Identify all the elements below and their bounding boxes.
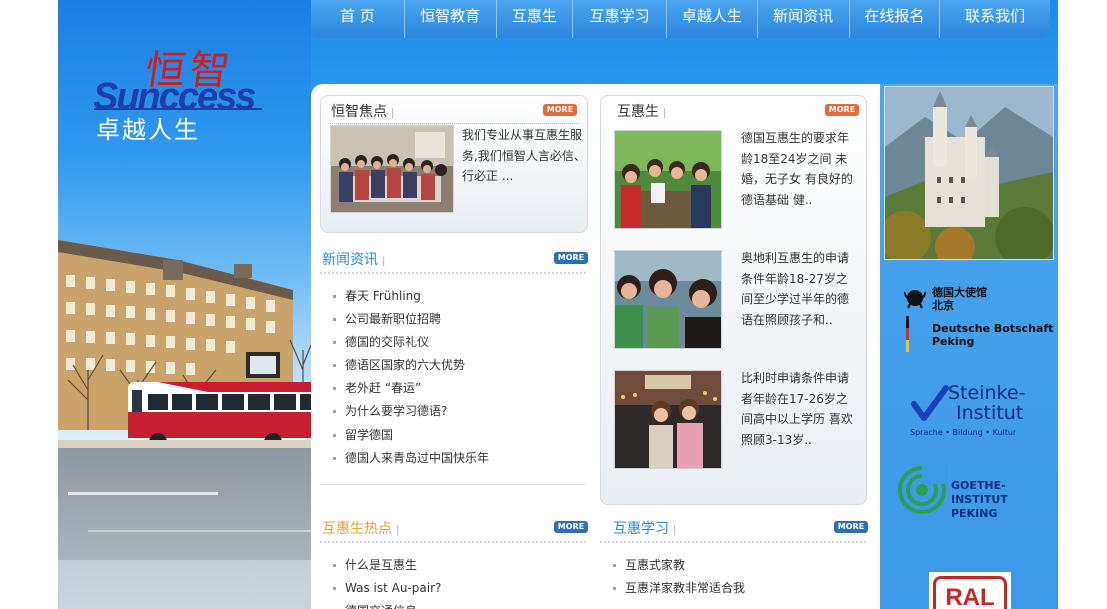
- hot-more-button[interactable]: MORE: [554, 521, 588, 533]
- embassy-logo[interactable]: 德国大使馆 北京 Deutsche Botschaft Peking: [904, 286, 1054, 358]
- au-pair-item-1-text[interactable]: 德国互惠生的要求年龄18至24岁之间 未婚，无子女 有良好的德语基础 健..: [741, 128, 859, 210]
- hot-divider: [320, 541, 586, 543]
- page: 恒智 Sunccess 卓越人生 首 页 恒智教育 互惠生 互惠学习 卓越人生 …: [58, 0, 1058, 609]
- news-list: 春天 Frühling 公司最新职位招聘 德国的交际礼仪 德语区国家的六大优势 …: [331, 285, 581, 470]
- study-list: 互惠式家教 互惠洋家教非常适合我: [611, 554, 861, 600]
- au-pair-photo-1[interactable]: [614, 130, 722, 229]
- list-item[interactable]: 春天 Frühling: [331, 285, 581, 308]
- list-item[interactable]: 互惠洋家教非常适合我: [611, 577, 861, 600]
- steinke-name: Steinke-: [948, 382, 1026, 404]
- list-item[interactable]: 公司最新职位招聘: [331, 308, 581, 331]
- study-title[interactable]: 互惠学习 |: [613, 518, 676, 538]
- list-item[interactable]: Was ist Au-pair?: [331, 577, 581, 600]
- nav-contact[interactable]: 联系我们: [940, 0, 1050, 38]
- news-more-button[interactable]: MORE: [554, 252, 588, 264]
- list-item[interactable]: 什么是互惠生: [331, 554, 581, 577]
- steinke-logo[interactable]: Steinke- Institut Sprache • Bildung • Ku…: [910, 382, 1050, 446]
- focus-photo[interactable]: [330, 125, 454, 213]
- nav-online-signup[interactable]: 在线报名: [850, 0, 941, 38]
- au-pair-more-button[interactable]: MORE: [825, 104, 859, 116]
- castle-image[interactable]: [884, 86, 1054, 260]
- focus-text: 我们专业从事互惠生服务,我们恒智人言必信、行必正 ...: [462, 128, 586, 183]
- focus-card: 恒智焦点 | MORE 我们专业从事互惠生服务,我们恒智人言必信、行必正 ...: [320, 95, 588, 233]
- list-item[interactable]: 互惠式家教: [611, 554, 861, 577]
- news-divider: [320, 272, 586, 274]
- list-item[interactable]: 德国交通信息: [331, 600, 581, 609]
- list-item[interactable]: 德国人来青岛过中国快乐年: [331, 447, 581, 470]
- list-item[interactable]: 德国的交际礼仪: [331, 331, 581, 354]
- nav-au-pair-study[interactable]: 互惠学习: [573, 0, 668, 38]
- au-pair-title[interactable]: 互惠生 |: [617, 101, 666, 121]
- nav-home[interactable]: 首 页: [311, 0, 405, 38]
- au-pair-card: 互惠生 | MORE 德国互惠生的要求年龄18至24岁之间 未婚，无子女 有良好的…: [600, 95, 867, 505]
- main-content: 恒智焦点 | MORE 我们专业从事互惠生服务,我们恒智人言必信、行必正 ...…: [311, 84, 880, 609]
- nav-hengzhi-education[interactable]: 恒智教育: [405, 0, 497, 38]
- au-pair-item-3-text[interactable]: 比利时申请条件申请者年龄在17-26岁之间高中以上学历 喜欢照顾3-13岁..: [741, 368, 859, 450]
- street-scene-image: [58, 240, 311, 609]
- news-bottom-divider: [320, 484, 586, 485]
- focus-title[interactable]: 恒智焦点 |: [331, 101, 394, 121]
- list-item[interactable]: 老外赶 “春运”: [331, 377, 581, 400]
- list-item[interactable]: 为什么要学习德语?: [331, 400, 581, 423]
- list-item[interactable]: 德语区国家的六大优势: [331, 354, 581, 377]
- list-item[interactable]: 留学德国: [331, 424, 581, 447]
- focus-divider: [329, 123, 579, 124]
- focus-more-button[interactable]: MORE: [543, 104, 577, 116]
- embassy-text: 德国大使馆 北京 Deutsche Botschaft Peking: [932, 286, 1054, 348]
- goethe-logo[interactable]: GOETHE-INSTITUT PEKING: [896, 464, 1056, 520]
- hot-title[interactable]: 互惠生热点 |: [322, 518, 399, 538]
- ral-text: RAL: [933, 576, 1007, 609]
- partners-sidebar: 德国大使馆 北京 Deutsche Botschaft Peking Stein…: [880, 84, 1058, 609]
- au-pair-item-2-text[interactable]: 奥地利互惠生的申请条件年龄18-27岁之间至少学过半年的德语在照顾孩子和..: [741, 248, 859, 330]
- steinke-name-2: Institut: [956, 402, 1024, 424]
- logo-slogan: 卓越人生: [96, 116, 200, 144]
- nav-news[interactable]: 新闻资讯: [758, 0, 850, 38]
- top-nav: 首 页 恒智教育 互惠生 互惠学习 卓越人生 新闻资讯 在线报名 联系我们: [311, 0, 1050, 38]
- au-pair-photo-2[interactable]: [614, 250, 722, 349]
- study-more-button[interactable]: MORE: [834, 521, 868, 533]
- news-title[interactable]: 新闻资讯 |: [322, 249, 385, 269]
- hot-list: 什么是互惠生 Was ist Au-pair? 德国交通信息: [331, 554, 581, 609]
- steinke-tagline: Sprache • Bildung • Kultur: [910, 428, 1017, 437]
- study-divider: [600, 541, 866, 543]
- au-pair-photo-3[interactable]: [614, 370, 722, 469]
- nav-excellent-life[interactable]: 卓越人生: [667, 0, 758, 38]
- ral-logo[interactable]: RAL: [929, 572, 1011, 609]
- goethe-text: GOETHE-INSTITUT PEKING: [951, 479, 1008, 520]
- nav-au-pair[interactable]: 互惠生: [497, 0, 574, 38]
- left-banner: 恒智 Sunccess 卓越人生: [58, 0, 311, 609]
